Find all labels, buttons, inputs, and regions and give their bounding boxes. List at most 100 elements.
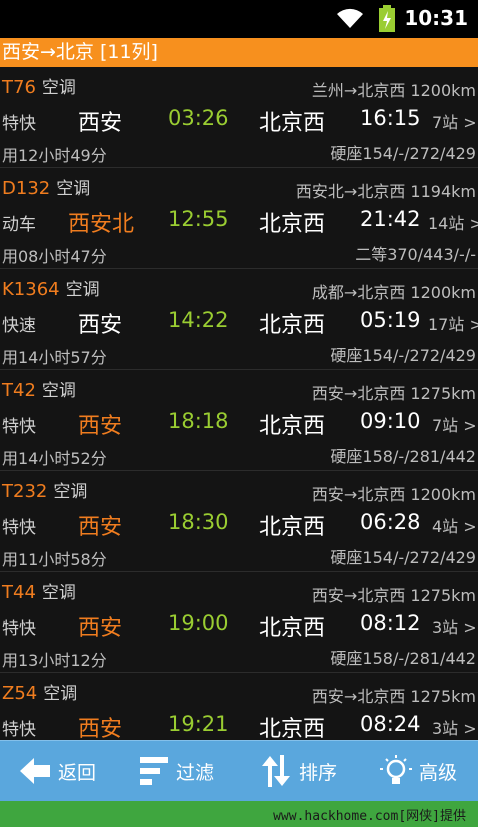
- train-code: Z54: [2, 683, 38, 704]
- train-route: 西安北→北京西 1194km: [295, 182, 476, 201]
- train-code: D132: [2, 178, 51, 199]
- train-code-label: T42 空调: [2, 376, 76, 401]
- back-label: 返回: [58, 761, 97, 784]
- train-code: T42: [2, 380, 36, 401]
- to-station: 北京西: [259, 313, 326, 338]
- ac-label: 空调: [41, 583, 76, 603]
- train-type: 动车: [2, 215, 36, 235]
- arrive-time: 05:19: [360, 308, 421, 332]
- train-code-label: T76 空调: [2, 73, 76, 98]
- stops-link[interactable]: 17站 >: [428, 311, 478, 335]
- footer-text: www.hackhome.com[网侠]提供: [273, 809, 466, 824]
- duration: 用08小时47分: [2, 247, 107, 266]
- sort-icon: [262, 755, 290, 787]
- train-row[interactable]: Z54 空调 西安→北京西 1275km 特快 西安 19:21 北京西 08:2…: [0, 673, 478, 740]
- back-button[interactable]: 返回: [18, 741, 96, 801]
- train-row[interactable]: D132 空调 西安北→北京西 1194km 动车 西安北 12:55 北京西 2…: [0, 168, 478, 269]
- train-route: 西安→北京西 1275km: [311, 687, 476, 706]
- from-station: 西安: [78, 515, 123, 540]
- from-station: 西安: [78, 616, 123, 641]
- ac-label: 空调: [53, 482, 88, 502]
- stops-link[interactable]: 7站 >: [432, 412, 477, 436]
- depart-time: 14:22: [168, 308, 229, 332]
- duration: 用14小时57分: [2, 348, 107, 367]
- stops-link[interactable]: 14站 >: [428, 210, 478, 234]
- depart-time: 19:00: [168, 611, 229, 635]
- to-station: 北京西: [259, 515, 326, 540]
- sort-button[interactable]: 排序: [259, 741, 337, 801]
- train-type: 特快: [2, 417, 36, 437]
- lightbulb-icon: [380, 755, 412, 784]
- from-station: 西安北: [68, 212, 135, 237]
- train-type: 特快: [2, 114, 36, 134]
- ac-label: 空调: [43, 684, 78, 704]
- depart-time: 03:26: [168, 106, 229, 130]
- seat-prices: 硬座154/-/272/429: [330, 548, 476, 567]
- train-type: 特快: [2, 619, 36, 639]
- to-station: 北京西: [259, 111, 326, 136]
- advanced-label: 高级: [419, 761, 458, 784]
- train-code-label: Z54 空调: [2, 679, 77, 704]
- arrive-time: 06:28: [360, 510, 421, 534]
- filter-button[interactable]: 过滤: [138, 741, 214, 801]
- train-row[interactable]: T76 空调 兰州→北京西 1200km 特快 西安 03:26 北京西 16:1…: [0, 67, 478, 168]
- footer-watermark: www.hackhome.com[网侠]提供: [0, 801, 478, 827]
- from-station: 西安: [78, 717, 123, 740]
- stops-link[interactable]: 3站 >: [432, 614, 477, 638]
- from-station: 西安: [78, 313, 123, 338]
- train-route: 成都→北京西 1200km: [311, 283, 476, 302]
- duration: 用12小时49分: [2, 146, 107, 165]
- from-station: 西安: [78, 111, 123, 136]
- advanced-button[interactable]: 高级: [379, 741, 457, 801]
- duration: 用13小时12分: [2, 651, 107, 670]
- to-station: 北京西: [259, 717, 326, 740]
- arrow-left-icon: [20, 758, 50, 784]
- train-code-label: D132 空调: [2, 174, 90, 199]
- to-station: 北京西: [259, 414, 326, 439]
- arrive-time: 16:15: [360, 106, 421, 130]
- seat-prices: 二等370/443/-/-: [355, 245, 476, 264]
- train-code-label: K1364 空调: [2, 275, 100, 300]
- train-route: 西安→北京西 1200km: [311, 485, 476, 504]
- sort-label: 排序: [299, 761, 338, 784]
- ac-label: 空调: [41, 381, 76, 401]
- seat-prices: 硬座158/-/281/442: [330, 649, 476, 668]
- page-title: 西安→北京 [11列]: [0, 38, 478, 67]
- train-row[interactable]: K1364 空调 成都→北京西 1200km 快速 西安 14:22 北京西 05…: [0, 269, 478, 370]
- battery-charging-icon: [379, 5, 395, 32]
- depart-time: 12:55: [168, 207, 229, 231]
- stops-link[interactable]: 3站 >: [432, 715, 477, 739]
- filter-label: 过滤: [176, 761, 215, 784]
- to-station: 北京西: [259, 212, 326, 237]
- train-type: 特快: [2, 720, 36, 740]
- train-row[interactable]: T42 空调 西安→北京西 1275km 特快 西安 18:18 北京西 09:1…: [0, 370, 478, 471]
- train-row[interactable]: T44 空调 西安→北京西 1275km 特快 西安 19:00 北京西 08:1…: [0, 572, 478, 673]
- arrive-time: 21:42: [360, 207, 421, 231]
- duration: 用14小时52分: [2, 449, 107, 468]
- train-code-label: T44 空调: [2, 578, 76, 603]
- stops-link[interactable]: 4站 >: [432, 513, 477, 537]
- train-route: 西安→北京西 1275km: [311, 586, 476, 605]
- ac-label: 空调: [65, 280, 100, 300]
- train-route: 兰州→北京西 1200km: [311, 81, 476, 100]
- train-type: 特快: [2, 518, 36, 538]
- train-route: 西安→北京西 1275km: [311, 384, 476, 403]
- train-type: 快速: [2, 316, 36, 336]
- duration: 用11小时58分: [2, 550, 107, 569]
- filter-icon: [140, 757, 168, 785]
- seat-prices: 硬座154/-/272/429: [330, 144, 476, 163]
- wifi-icon: [337, 8, 363, 28]
- seat-prices: 硬座154/-/272/429: [330, 346, 476, 365]
- train-code: T76: [2, 77, 36, 98]
- arrive-time: 08:24: [360, 712, 421, 736]
- arrive-time: 09:10: [360, 409, 421, 433]
- bottom-toolbar: 返回 过滤 排序 高级: [0, 740, 478, 801]
- seat-prices: 硬座158/-/281/442: [330, 447, 476, 466]
- status-bar: 10:31: [0, 0, 478, 38]
- train-row[interactable]: T232 空调 西安→北京西 1200km 特快 西安 18:30 北京西 06:…: [0, 471, 478, 572]
- train-list[interactable]: T76 空调 兰州→北京西 1200km 特快 西安 03:26 北京西 16:1…: [0, 67, 478, 740]
- ac-label: 空调: [56, 179, 91, 199]
- arrive-time: 08:12: [360, 611, 421, 635]
- stops-link[interactable]: 7站 >: [432, 109, 477, 133]
- train-code-label: T232 空调: [2, 477, 87, 502]
